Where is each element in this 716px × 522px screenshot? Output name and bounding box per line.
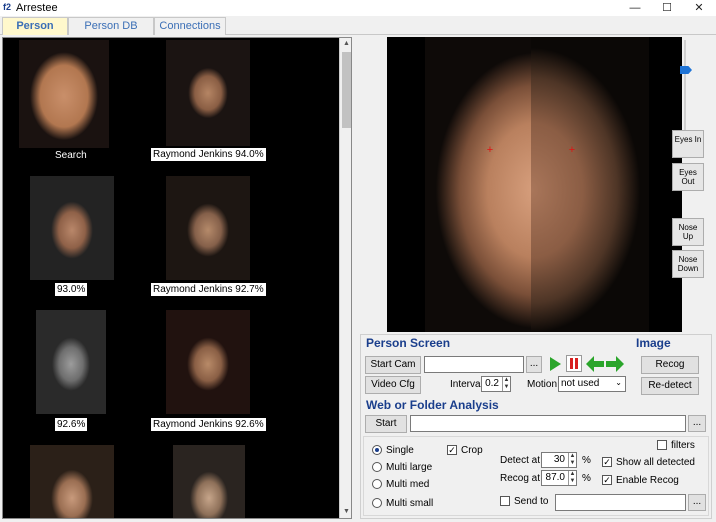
start-analysis-button[interactable]: Start — [365, 415, 407, 433]
detect-at-spinner[interactable]: ▲ ▼ — [568, 453, 576, 467]
close-button[interactable]: ✕ — [684, 0, 714, 16]
play-icon[interactable] — [548, 356, 562, 372]
gallery-caption: 92.6% — [55, 418, 88, 431]
eyes-out-button[interactable]: Eyes Out — [672, 163, 704, 191]
folder-browse-button[interactable]: ... — [688, 415, 706, 432]
gallery-caption: Search — [55, 150, 87, 161]
multi-large-radio[interactable] — [372, 462, 382, 472]
detect-at-label: Detect at — [500, 455, 541, 466]
gallery-caption: Raymond Jenkins 92.6% — [151, 418, 266, 431]
match-face-image[interactable] — [166, 176, 250, 280]
multi-small-label: Multi small — [386, 498, 434, 509]
tab-person-db[interactable]: Person DB — [68, 17, 154, 35]
multi-small-radio[interactable] — [372, 498, 382, 508]
camera-source-input[interactable] — [424, 356, 524, 373]
scroll-up-icon[interactable]: ▲ — [340, 38, 351, 50]
zoom-slider[interactable] — [680, 40, 692, 130]
chevron-down-icon: ⌄ — [615, 378, 622, 387]
search-face-half — [425, 37, 537, 332]
slider-thumb-icon[interactable] — [680, 66, 692, 74]
filters-label: filters — [671, 440, 695, 451]
recog-percent-label: % — [582, 473, 591, 484]
tab-person[interactable]: Person — [2, 17, 68, 35]
camera-browse-button[interactable]: ... — [526, 356, 542, 373]
detect-percent-label: % — [582, 455, 591, 466]
redetect-button[interactable]: Re-detect — [641, 377, 699, 395]
match-face-image[interactable] — [173, 445, 245, 518]
enable-recog-label: Enable Recog — [616, 475, 679, 486]
start-cam-button[interactable]: Start Cam — [365, 356, 421, 374]
search-face-image[interactable] — [19, 40, 109, 148]
face-comparison-view[interactable]: + + — [387, 37, 682, 332]
scroll-down-icon[interactable]: ▼ — [340, 506, 351, 518]
app-icon: f2 — [3, 2, 12, 12]
gallery-caption: 93.0% — [55, 283, 88, 296]
match-face-image[interactable] — [30, 445, 114, 518]
single-label: Single — [386, 445, 414, 456]
title-bar — [0, 0, 716, 16]
scroll-thumb[interactable] — [342, 52, 351, 128]
match-face-half — [531, 37, 649, 332]
interval-label: Interval — [450, 379, 483, 390]
video-cfg-button[interactable]: Video Cfg — [365, 376, 421, 394]
show-all-detected-checkbox[interactable]: ✓ — [602, 457, 612, 467]
motion-select[interactable]: not used ⌄ — [558, 376, 626, 392]
send-to-input[interactable] — [555, 494, 686, 511]
enable-recog-checkbox[interactable]: ✓ — [602, 475, 612, 485]
recog-at-label: Recog at — [500, 473, 541, 484]
show-all-detected-label: Show all detected — [616, 457, 695, 468]
arrow-left-icon[interactable] — [586, 356, 604, 372]
match-face-image[interactable] — [30, 176, 114, 280]
recog-at-spinner[interactable]: ▲ ▼ — [568, 471, 576, 485]
image-heading: Image — [636, 336, 671, 350]
nose-down-button[interactable]: Nose Down — [672, 250, 704, 278]
maximize-button[interactable]: ☐ — [652, 0, 682, 16]
nose-up-button[interactable]: Nose Up — [672, 218, 704, 246]
folder-path-input[interactable] — [410, 415, 686, 432]
gallery-caption: Raymond Jenkins 94.0% — [151, 148, 266, 161]
window-title: Arrestee — [16, 2, 58, 14]
tab-connections[interactable]: Connections — [154, 17, 226, 35]
crop-label: Crop — [461, 445, 483, 456]
crop-checkbox[interactable]: ✓ — [447, 445, 457, 455]
minimize-button[interactable]: — — [620, 0, 650, 16]
gallery-caption: Raymond Jenkins 92.7% — [151, 283, 266, 296]
motion-label: Motion — [527, 379, 558, 390]
eyes-in-button[interactable]: Eyes In — [672, 130, 704, 158]
interval-spinner[interactable]: ▲ ▼ — [502, 377, 510, 391]
send-to-browse-button[interactable]: ... — [688, 494, 706, 511]
match-face-image[interactable] — [36, 310, 106, 414]
person-screen-heading: Person Screen — [366, 336, 451, 350]
filters-checkbox[interactable] — [657, 440, 667, 450]
multi-large-label: Multi large — [386, 462, 433, 473]
send-to-checkbox[interactable] — [500, 496, 510, 506]
multi-med-radio[interactable] — [372, 479, 382, 489]
eye-marker-icon[interactable]: + — [567, 145, 577, 156]
match-face-image[interactable] — [166, 310, 250, 414]
single-radio[interactable] — [372, 445, 382, 455]
gallery-scrollbar[interactable]: ▲ ▼ — [339, 38, 351, 518]
match-face-image[interactable] — [166, 40, 250, 146]
pause-icon[interactable] — [566, 355, 582, 372]
arrow-right-icon[interactable] — [606, 356, 624, 372]
eye-marker-icon[interactable]: + — [485, 145, 495, 156]
recog-button[interactable]: Recog — [641, 356, 699, 374]
web-folder-heading: Web or Folder Analysis — [366, 398, 499, 412]
multi-med-label: Multi med — [386, 479, 430, 490]
send-to-label: Send to — [514, 496, 549, 507]
match-gallery[interactable]: Search Raymond Jenkins 94.0% 93.0% Raymo… — [2, 37, 352, 519]
